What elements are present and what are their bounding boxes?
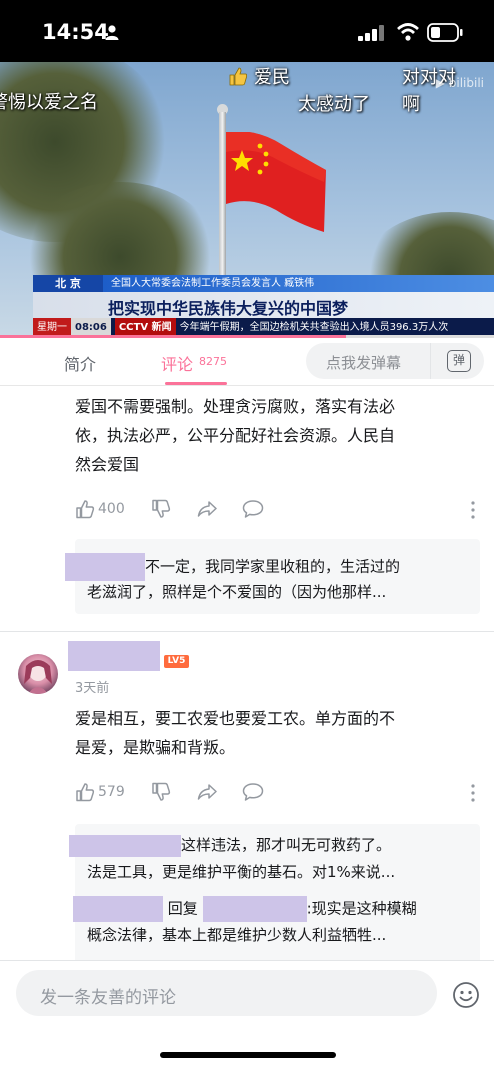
reply-button[interactable] — [242, 782, 264, 802]
comment-placeholder: 发一条友善的评论 — [40, 988, 176, 1008]
tab-bar: 简介 评论 8275 点我发弹幕 弹 — [0, 338, 494, 386]
share-button[interactable] — [197, 782, 217, 802]
reply-line: 老滋润了，照样是个不爱国的（因为他那样... — [87, 583, 387, 601]
news-headline-box: 把实现中华民族伟大复兴的中国梦 — [33, 292, 494, 319]
more-options-icon[interactable] — [471, 501, 475, 519]
thumb-up-icon — [229, 67, 248, 86]
share-icon — [197, 501, 217, 517]
emoji-icon[interactable] — [452, 981, 480, 1009]
status-bar: 14:54 — [0, 0, 494, 62]
redacted-username — [202, 896, 307, 922]
danmaku-toggle-icon: 弹 — [447, 350, 471, 372]
reply-line: 法是工具，更是维护平衡的基石。对1%来说... — [87, 863, 396, 881]
like-button[interactable]: 400 — [75, 499, 125, 519]
danmaku-text: 警惕以爱之名 — [0, 92, 98, 113]
status-time: 14:54 — [42, 20, 109, 44]
signal-icon — [358, 25, 384, 41]
comment-timestamp: 3天前 — [75, 681, 110, 696]
avatar-image — [24, 660, 52, 694]
redacted-username — [65, 553, 145, 581]
reply-line: 这样违法，那才叫无可救药了。 — [69, 834, 459, 857]
news-speaker: 全国人大常委会法制工作委员会发言人 臧铁伟 — [103, 275, 494, 292]
tab-comments[interactable]: 评论 — [161, 351, 193, 375]
share-icon — [197, 784, 217, 800]
comment-list[interactable]: 爱国不需要强制。处理贪污腐败，落实有法必 依，执法必严，公平分配好社会资源。人民… — [0, 386, 494, 960]
comment-line: 是爱，是欺骗和背叛。 — [75, 738, 236, 757]
person-icon — [105, 25, 119, 40]
redacted-username[interactable] — [68, 641, 160, 671]
national-flag-image — [226, 132, 326, 232]
tab-active-indicator — [165, 382, 227, 385]
reply-text: 不一定，我同学家里收租的，生活过的 — [145, 557, 401, 576]
redacted-username — [73, 896, 163, 922]
avatar[interactable] — [18, 654, 58, 694]
reply-text: 这样违法，那才叫无可救药了。 — [181, 836, 392, 854]
comment-line: 依，执法必严，公平分配好社会资源。人民自 — [75, 426, 396, 445]
thumb-up-icon — [76, 500, 95, 519]
dislike-button[interactable] — [151, 499, 171, 519]
video-player[interactable]: 警惕以爱之名 爱民 太感动了 对对对 啊 ▶ bilibili 北 京 全国人大… — [0, 62, 494, 338]
bilibili-watermark-icon: ▶ bilibili — [435, 76, 484, 90]
danmaku-placeholder: 点我发弹幕 — [326, 354, 402, 372]
reply-line: 概念法律，基本上都是维护少数人利益牺牲... — [87, 926, 387, 944]
danmaku-text: 太感动了 — [298, 94, 370, 115]
news-caption: 北 京 全国人大常委会法制工作委员会发言人 臧铁伟 把实现中华民族伟大复兴的中国… — [33, 275, 494, 319]
thumb-down-icon — [152, 499, 171, 518]
redacted-username — [69, 834, 181, 857]
comment-input[interactable]: 发一条友善的评论 — [16, 970, 437, 1016]
share-button[interactable] — [197, 499, 217, 519]
news-city: 北 京 — [33, 275, 103, 292]
thumb-down-icon — [152, 782, 171, 801]
comment-text: 爱是相互，要工农爱也要爱工农。单方面的不 是爱，是欺骗和背叛。 — [75, 704, 485, 762]
ticker-text: 今年端午假期，全国边检机关共查验出入境人员396.3万人次 — [179, 322, 449, 333]
reply-text: :现实是这种模糊 — [306, 899, 417, 918]
like-button[interactable]: 579 — [75, 782, 125, 802]
like-count: 579 — [98, 784, 125, 800]
comment-line: 然会爱国 — [75, 455, 140, 474]
battery-icon — [427, 23, 463, 42]
danmaku-toggle-button[interactable]: 弹 — [430, 343, 484, 379]
comment-bubble-icon — [242, 783, 264, 801]
wifi-icon — [397, 23, 419, 41]
reply-button[interactable] — [242, 499, 264, 519]
thumb-up-icon — [76, 783, 95, 802]
comment-divider — [0, 631, 494, 632]
comment-bubble-icon — [242, 500, 264, 518]
comment-line: 爱国不需要强制。处理贪污腐败，落实有法必 — [75, 397, 396, 416]
danmaku-input[interactable]: 点我发弹幕 弹 — [306, 343, 484, 379]
danmaku-text: 啊 — [402, 94, 420, 115]
like-count: 400 — [98, 501, 125, 517]
comment-actions: 579 — [75, 782, 485, 806]
dislike-button[interactable] — [151, 782, 171, 802]
reply-preview[interactable]: 这样违法，那才叫无可救药了。 法是工具，更是维护平衡的基石。对1%来说... 回… — [69, 824, 480, 960]
reply-line: 不一定，我同学家里收租的，生活过的 — [65, 553, 455, 581]
danmaku-text: 爱民 — [254, 67, 290, 88]
news-headline: 把实现中华民族伟大复兴的中国梦 — [108, 299, 349, 318]
reply-label: 回复 — [167, 899, 198, 918]
comment-line: 爱是相互，要工农爱也要爱工农。单方面的不 — [75, 709, 396, 728]
tab-intro[interactable]: 简介 — [64, 351, 96, 375]
comment-text: 爱国不需要强制。处理贪污腐败，落实有法必 依，执法必严，公平分配好社会资源。人民… — [75, 392, 485, 479]
reply-line: 回复 :现实是这种模糊 — [73, 896, 463, 922]
comment-actions: 400 — [75, 499, 485, 523]
more-options-icon[interactable] — [471, 784, 475, 802]
reply-preview[interactable]: 不一定，我同学家里收租的，生活过的 老滋润了，照样是个不爱国的（因为他那样... — [65, 539, 480, 614]
home-indicator[interactable] — [160, 1052, 336, 1058]
level-badge: LV5 — [164, 655, 189, 668]
comment-count: 8275 — [199, 355, 227, 368]
comment-input-bar: 发一条友善的评论 — [0, 960, 494, 1068]
